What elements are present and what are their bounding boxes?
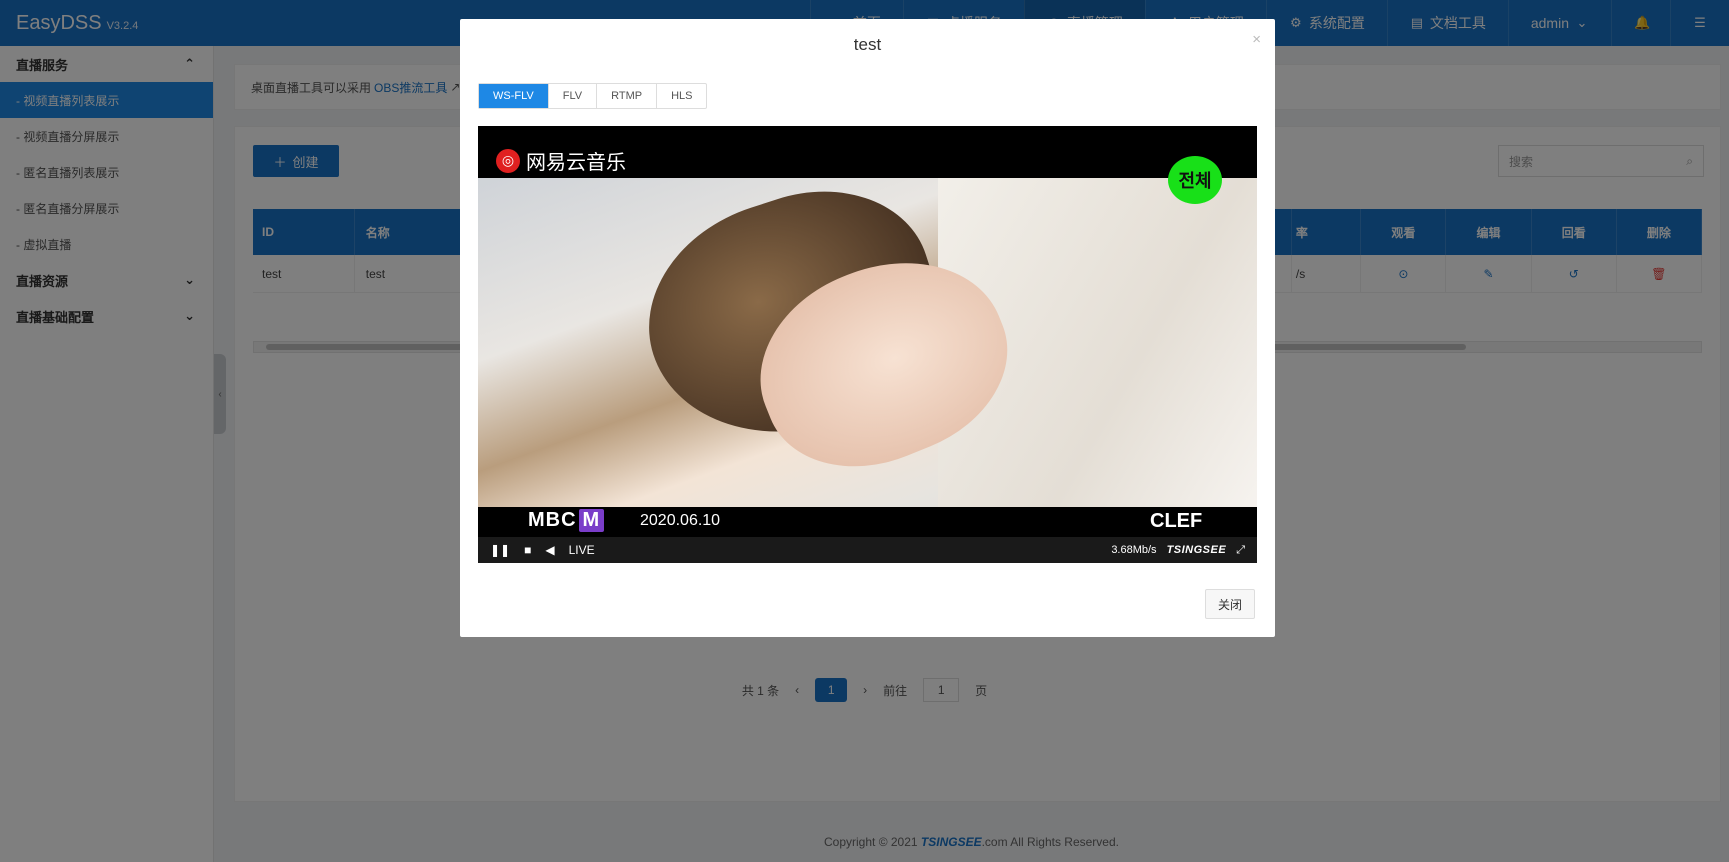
tab-rtmp[interactable]: RTMP xyxy=(597,84,658,108)
video-caption-band: MBC M 2020.06.10 CLEF xyxy=(478,508,1257,537)
modal-title: test xyxy=(853,35,882,54)
fullscreen-icon[interactable]: ⤢ xyxy=(1236,544,1245,557)
player-controls: ❚❚ ■ ◀ LIVE 3.68Mb/s TSINGSEE ⤢ xyxy=(478,537,1257,563)
video-date: 2020.06.10 xyxy=(640,512,721,529)
tab-ws-flv[interactable]: WS-FLV xyxy=(479,84,549,108)
player-modal: test × WS-FLV FLV RTMP HLS ◎ 网易云音乐 전체 MBC… xyxy=(460,19,1275,637)
pause-icon[interactable]: ❚❚ xyxy=(490,543,510,557)
player-brand: TSINGSEE xyxy=(1166,544,1227,556)
close-button[interactable]: 关闭 xyxy=(1205,589,1255,619)
tab-flv[interactable]: FLV xyxy=(549,84,598,108)
live-indicator: LIVE xyxy=(568,543,595,557)
close-icon[interactable]: × xyxy=(1252,31,1261,48)
rating-badge: 전체 xyxy=(1168,156,1222,204)
watermark-text: 网易云音乐 xyxy=(526,152,626,174)
volume-icon[interactable]: ◀ xyxy=(545,543,554,557)
tab-hls[interactable]: HLS xyxy=(657,84,706,108)
protocol-tabs: WS-FLV FLV RTMP HLS xyxy=(478,83,708,109)
video-frame xyxy=(478,160,1257,507)
channel-name: MBC xyxy=(528,509,577,531)
bitrate-readout: 3.68Mb/s xyxy=(1111,544,1157,556)
video-player[interactable]: ◎ 网易云音乐 전체 MBC M 2020.06.10 CLEF ❚❚ ■ ◀ LI… xyxy=(478,126,1257,563)
video-watermark: ◎ 网易云音乐 xyxy=(496,146,626,175)
channel-logo: MBC M xyxy=(528,509,605,532)
video-label-right: CLEF xyxy=(1150,510,1203,532)
channel-m: M xyxy=(578,509,605,532)
netease-music-icon: ◎ xyxy=(496,148,520,173)
stop-icon[interactable]: ■ xyxy=(524,543,531,557)
